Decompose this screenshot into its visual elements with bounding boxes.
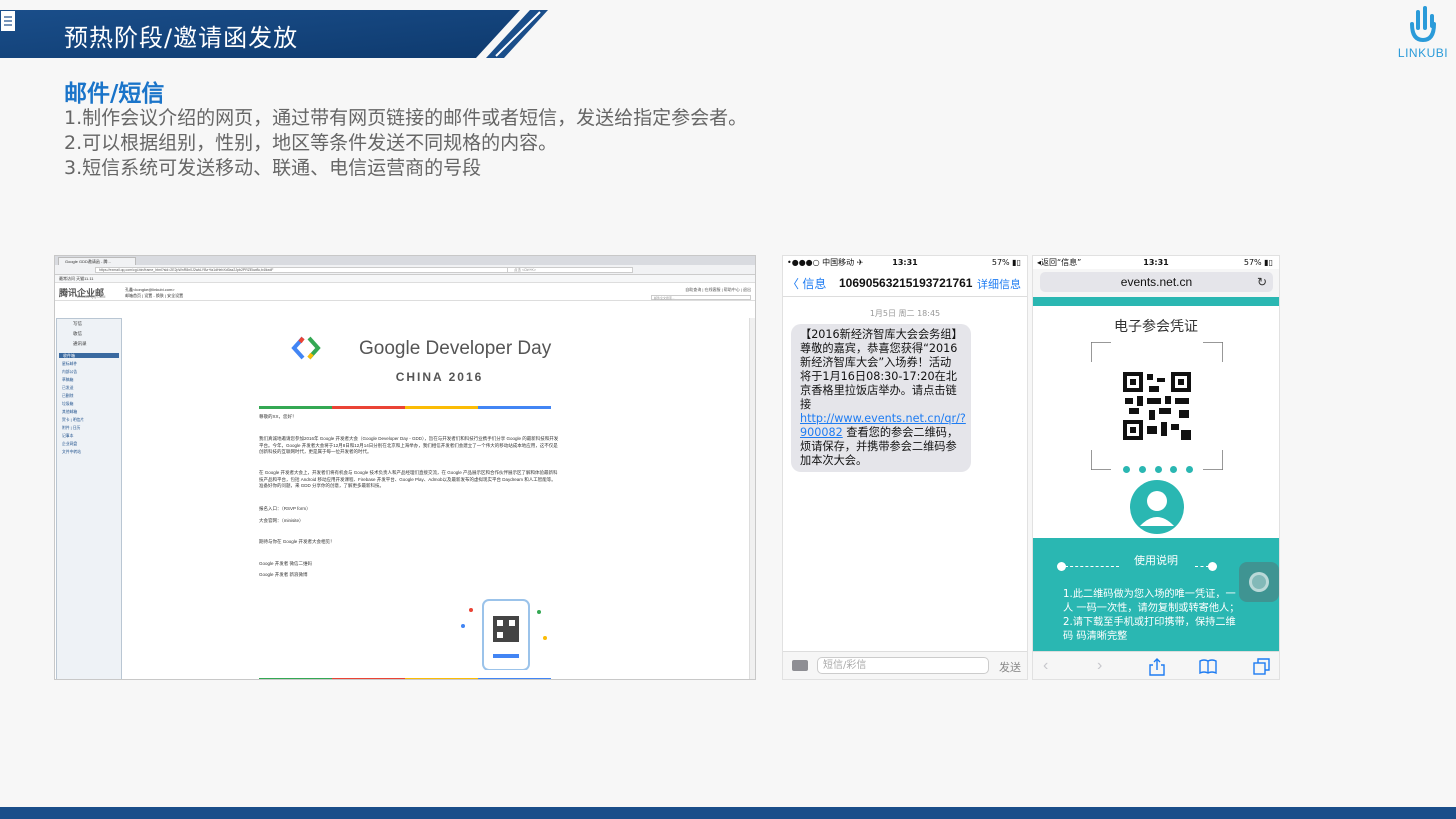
mail-top-links[interactable]: 自助查询 | 在线客服 | 帮助中心 | 退出 <box>685 287 751 293</box>
forward-arrow-icon[interactable]: › <box>1097 657 1102 675</box>
sidebar-item[interactable]: 星标邮件 <box>57 360 121 368</box>
logo-text: LINKUBI <box>1397 46 1449 60</box>
email-paragraph: 在 Google 开发者大会上，开发者们将有机会与 Google 技术负责人和产… <box>259 470 558 488</box>
mail-logo-sub: EXMAIL.QQ.COM <box>77 295 106 299</box>
compose-bar: 短信/彩信 发送 <box>783 651 1027 679</box>
sms-nav-bar: 〈 信息 10690563215193721761 详细信息 <box>783 269 1027 297</box>
email-closing: 期待与你在 Google 开发者大会相见！ <box>259 539 335 544</box>
assistive-touch-button[interactable] <box>1239 562 1279 602</box>
sidebar-item[interactable]: 企业网盘 <box>57 440 121 448</box>
email-content: Google Developer Day CHINA 2016 尊敬的XX，您好… <box>123 318 755 679</box>
rsvp-link[interactable]: 报名入口：（RSVP form） <box>259 506 559 513</box>
usage-divider <box>1195 566 1209 567</box>
message-input[interactable]: 短信/彩信 <box>817 657 989 674</box>
google-developers-icon <box>291 336 321 360</box>
message-bubble: 【2016新经济智库大会会务组】尊敬的嘉宾，恭喜您获得“2016新经济智库大会”… <box>791 324 971 472</box>
linkubi-logo: LINKUBI <box>1396 6 1450 64</box>
usage-line: 码 码清晰完整 <box>1063 631 1128 642</box>
url-input[interactable]: https://exmail.qq.com/cgi-bin/frame_html… <box>95 267 535 273</box>
footer-bar <box>0 807 1456 819</box>
sidebar-item[interactable]: 垃圾箱 <box>57 400 121 408</box>
mail-sidebar: 写信 收信 通讯录 收件箱 星标邮件 内部公告 草稿箱 已发送 已删除 垃圾箱 … <box>56 318 122 679</box>
battery: 57% ▮▯ <box>1243 258 1273 267</box>
bookmarks-bar[interactable]: 最常访问 天猫11.11 <box>55 275 755 283</box>
browser-tab[interactable]: Google GDD邀请函 - 腾... <box>58 257 136 265</box>
browser-search-input[interactable]: 点击 <Ctrl+K> <box>507 267 633 273</box>
usage-line: 1.此二维码做为您入场的唯一凭证，一 <box>1063 589 1236 600</box>
title-banner: 预热阶段/邀请函发放 <box>0 10 550 58</box>
browser-address-bar: https://exmail.qq.com/cgi-bin/frame_html… <box>55 265 755 275</box>
document-icon <box>1 11 15 31</box>
sidebar-item[interactable]: 文件中转站 <box>57 448 121 456</box>
sidebar-item[interactable]: 已删除 <box>57 392 121 400</box>
status-bar: •●●●○ 中国移动 ✈ 13:31 57% ▮▯ <box>783 256 1027 269</box>
page-title: 预热阶段/邀请函发放 <box>64 24 299 52</box>
description-line: 3.短信系统可发送移动、联通、电信运营商的号段 <box>64 157 482 179</box>
tabs-icon[interactable] <box>1253 658 1270 675</box>
compose-button[interactable]: 写信 <box>57 319 121 329</box>
status-bar: ◂返回“信息” 13:31 57% ▮▯ <box>1033 256 1279 269</box>
usage-instructions: 1.此二维码做为您入场的唯一凭证，一 人 一码一次性，请勿复制或转寄他人； 2.… <box>1063 588 1263 644</box>
usage-divider <box>1065 566 1119 567</box>
sidebar-item[interactable]: 贺卡 | 明信片 <box>57 416 121 424</box>
email-browser-screenshot: Google GDD邀请函 - 腾... https://exmail.qq.c… <box>54 255 756 680</box>
weibo-label: Google 开发者 新浪微博 <box>259 572 308 577</box>
mail-user-links[interactable]: 邮箱首页 | 设置 - 换肤 | 安全设置 <box>125 293 183 299</box>
mail-header: 腾讯企业邮 EXMAIL.QQ.COM 孔鑫<kongke@linkubi.co… <box>55 283 755 301</box>
safari-toolbar: ‹ › <box>1033 651 1279 679</box>
mail-user: 孔鑫<kongke@linkubi.com> 邮箱首页 | 设置 - 换肤 | … <box>125 287 183 299</box>
browser-tab-strip: Google GDD邀请函 - 腾... <box>55 256 755 265</box>
sidebar-item[interactable]: 已发送 <box>57 384 121 392</box>
time: 13:31 <box>1143 258 1169 267</box>
usage-dot-right <box>1208 562 1217 571</box>
gdd-subtitle: CHINA 2016 <box>395 370 484 384</box>
url-field[interactable]: events.net.cn <box>1040 272 1273 292</box>
sidebar-item[interactable]: 附件 | 日历 <box>57 424 121 432</box>
header-band <box>1033 297 1279 306</box>
contacts-button[interactable]: 通讯录 <box>57 339 121 349</box>
wechat-label: Google 开发者 微信二维码 <box>259 561 313 566</box>
battery: 57% ▮▯ <box>991 258 1021 267</box>
bookmarks-icon[interactable] <box>1199 659 1217 674</box>
time: 13:31 <box>892 258 918 267</box>
message-text: 【2016新经济智库大会会务组】尊敬的嘉宾，恭喜您获得“2016新经济智库大会”… <box>800 328 958 411</box>
color-bar <box>259 406 551 409</box>
gdd-brand: Google Developer Day <box>359 338 552 359</box>
usage-line: 人 一码一次性，请勿复制或转寄他人； <box>1063 603 1240 614</box>
reload-icon[interactable]: ↻ <box>1257 275 1267 289</box>
sender-number: 10690563215193721761 <box>839 276 973 290</box>
sidebar-item[interactable]: 草稿箱 <box>57 376 121 384</box>
sidebar-item[interactable]: 记事本 <box>57 432 121 440</box>
email-paragraph: 我们真诚地邀请您参加2016年 Google 开发者大会（Google Deve… <box>259 436 559 454</box>
description-line: 2.可以根据组别，性别，地区等条件发送不同规格的内容。 <box>64 132 558 154</box>
sidebar-item-inbox[interactable]: 收件箱 <box>59 353 119 358</box>
pass-title: 电子参会凭证 <box>1114 319 1198 335</box>
hand-logo-icon <box>1410 6 1436 43</box>
sms-phone-screenshot: •●●●○ 中国移动 ✈ 13:31 57% ▮▯ 〈 信息 106905632… <box>782 255 1028 680</box>
send-button[interactable]: 发送 <box>999 659 1021 675</box>
share-icon[interactable] <box>1149 658 1165 676</box>
receive-button[interactable]: 收信 <box>57 329 121 339</box>
avatar-icon <box>1130 480 1184 534</box>
back-arrow-icon[interactable]: ‹ <box>1043 657 1048 675</box>
message-date: 1月5日 周二 18:45 <box>869 309 941 318</box>
safari-url-bar: events.net.cn ↻ <box>1033 269 1279 297</box>
sidebar-item[interactable]: 其他邮箱 <box>57 408 121 416</box>
scrollbar[interactable] <box>749 318 755 679</box>
usage-line: 2.请下载至手机或打印携带，保持二维 <box>1063 617 1236 628</box>
qr-code-icon <box>1091 342 1223 470</box>
back-button[interactable]: 〈 信息 <box>787 275 826 292</box>
details-button[interactable]: 详细信息 <box>977 276 1021 292</box>
email-greeting: 尊敬的XX，您好！ <box>259 414 297 419</box>
color-bar-bottom <box>259 678 551 679</box>
phone-illustration-icon <box>461 599 547 670</box>
minisite-link[interactable]: 大会官网：（minisite） <box>259 518 559 525</box>
pagination-dots <box>1123 466 1193 473</box>
event-pass-screenshot: ◂返回“信息” 13:31 57% ▮▯ events.net.cn ↻ 电子参… <box>1032 255 1280 680</box>
camera-icon[interactable] <box>792 660 808 671</box>
sidebar-item[interactable]: 内部公告 <box>57 368 121 376</box>
mail-search-input[interactable]: 邮件全文搜索... <box>651 295 751 300</box>
description-line: 1.制作会议介绍的网页，通过带有网页链接的邮件或者短信，发送给指定参会者。 <box>64 107 748 129</box>
